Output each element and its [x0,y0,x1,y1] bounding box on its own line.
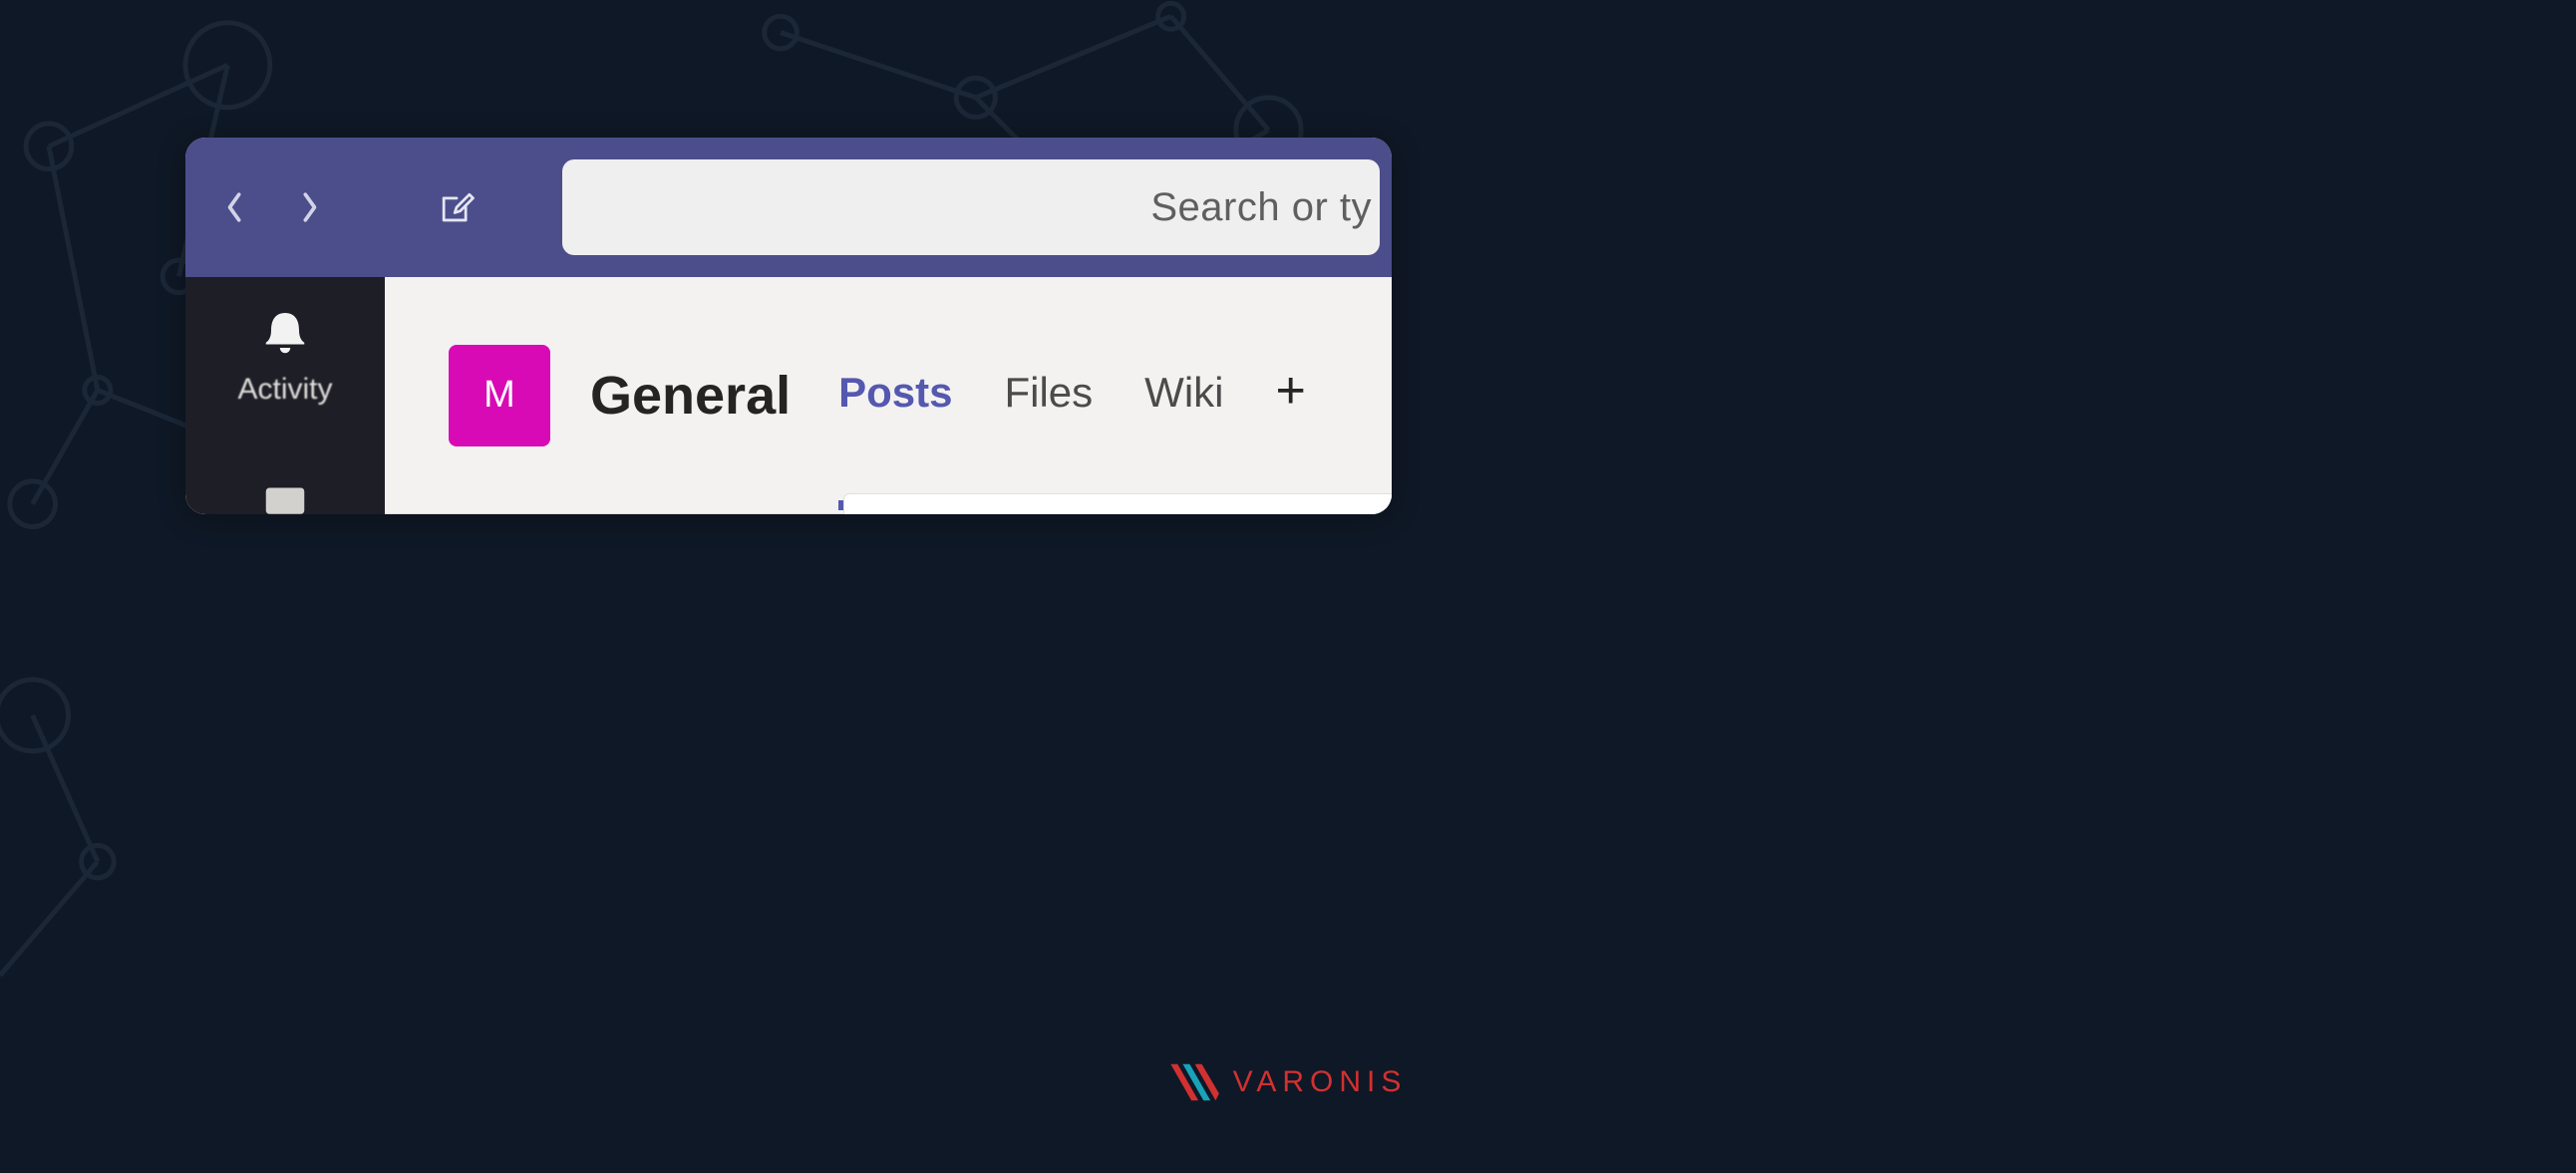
tab-label: Wiki [1144,369,1223,416]
compose-button[interactable] [433,183,481,231]
chevron-right-icon [298,187,320,227]
nav-forward-button[interactable] [289,187,329,227]
titlebar: Search or ty [185,138,1392,277]
tab-label: Files [1004,369,1093,416]
compose-icon [435,185,479,229]
tab-label: Posts [838,369,952,416]
rail-item-activity[interactable]: Activity [237,305,332,407]
tab-wiki[interactable]: Wiki [1144,369,1223,423]
left-rail: Activity [185,277,385,514]
chevron-left-icon [224,187,246,227]
varonis-brand-text: VARONIS [1233,1065,1408,1099]
search-placeholder: Search or ty [1150,185,1372,230]
team-avatar[interactable]: M [449,345,550,446]
channel-header: M General Posts Files Wiki + [385,277,1392,514]
add-tab-button[interactable]: + [1275,365,1305,427]
channel-tabs: Posts Files Wiki + [838,365,1306,427]
varonis-logo: VARONIS [1169,1062,1408,1102]
teams-window: Search or ty Activity [185,138,1392,514]
rail-item-chat[interactable] [256,476,314,514]
rail-label-activity: Activity [237,373,332,407]
tab-posts[interactable]: Posts [838,369,952,423]
search-input[interactable]: Search or ty [562,159,1380,255]
team-avatar-letter: M [483,374,515,417]
chat-icon [256,476,314,514]
channel-name: General [590,365,791,427]
bell-icon [256,305,314,363]
reply-box-fragment[interactable] [843,493,1392,514]
varonis-glyph-icon [1169,1062,1221,1102]
nav-back-button[interactable] [215,187,255,227]
tab-files[interactable]: Files [1004,369,1093,423]
body-area: Activity M General Posts Files [185,277,1392,514]
